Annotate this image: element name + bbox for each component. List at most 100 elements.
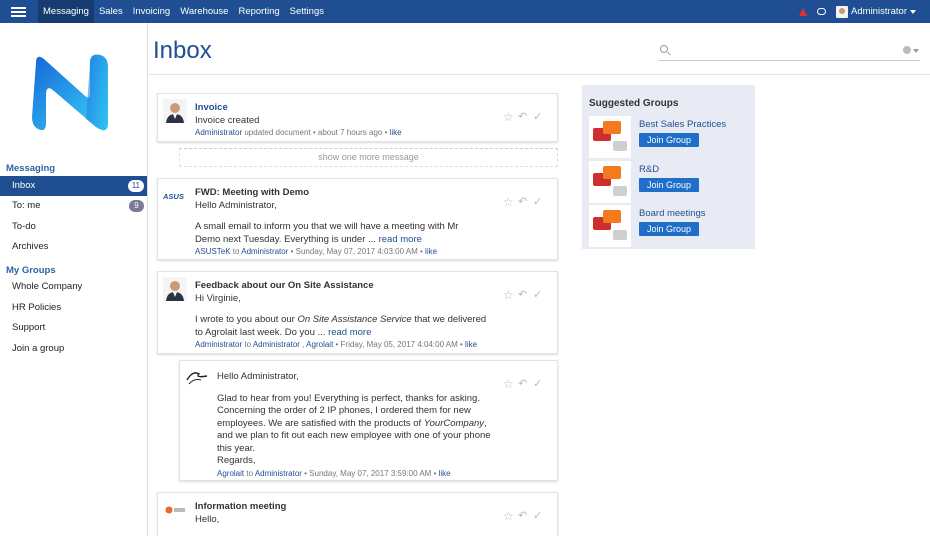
author-link[interactable]: Administrator [195, 128, 242, 137]
recipient-link[interactable]: Administrator [255, 469, 302, 478]
clear-icon[interactable] [903, 46, 911, 54]
author-link[interactable]: Administrator [195, 340, 242, 349]
check-icon[interactable]: ✓ [533, 197, 543, 208]
message-card[interactable]: Information meeting Hello, ☆ ↶ ✓ [157, 492, 558, 536]
message-text-fragment: employees. We are satisfied with the pro… [217, 417, 424, 429]
message-text: employees. We are satisfied with the pro… [217, 418, 492, 431]
sidebar-item-whole-company[interactable]: Whole Company [0, 277, 147, 297]
reply-icon[interactable]: ↶ [518, 112, 528, 123]
group-name-link[interactable]: Best Sales Practices [639, 119, 726, 130]
check-icon[interactable]: ✓ [533, 112, 543, 123]
message-meta: Administrator to Administrator , Agrolai… [195, 339, 492, 352]
star-icon[interactable]: ☆ [503, 510, 514, 522]
sidebar-item-todo[interactable]: To-do [0, 217, 147, 237]
message-text: Invoice created [195, 114, 260, 126]
group-name-link[interactable]: Board meetings [639, 208, 706, 219]
message-text: Hello, [195, 513, 220, 525]
message-card[interactable]: Feedback about our On Site Assistance Hi… [157, 271, 558, 354]
star-icon[interactable]: ☆ [503, 111, 514, 123]
sidebar-item-support[interactable]: Support [0, 318, 147, 338]
section-my-groups: My Groups [6, 265, 56, 276]
message-title[interactable]: Information meeting [195, 501, 492, 514]
read-more-link[interactable]: read more [328, 327, 371, 338]
author-link[interactable]: ASUSTeK [195, 247, 231, 256]
suggested-group: Best Sales Practices Join Group [589, 116, 749, 158]
star-icon[interactable]: ☆ [503, 289, 514, 301]
join-group-button[interactable]: Join Group [639, 133, 700, 147]
check-icon[interactable]: ✓ [533, 511, 543, 522]
topbar-right: Administrator [799, 0, 916, 23]
recipient-link[interactable]: Agrolait [306, 340, 333, 349]
menu-warehouse[interactable]: Warehouse [175, 0, 233, 23]
reply-icon[interactable]: ↶ [518, 511, 528, 522]
sidebar-item-inbox[interactable]: Inbox 11 [0, 176, 147, 196]
sidebar-item-join-group[interactable]: Join a group [0, 339, 147, 359]
menu-settings[interactable]: Settings [285, 0, 329, 23]
meta-date: • Friday, May 05, 2017 4:04:00 AM • [333, 340, 466, 349]
check-icon[interactable]: ✓ [533, 290, 543, 301]
like-link[interactable]: like [465, 340, 477, 349]
suggested-groups-header: Suggested Groups [589, 98, 679, 109]
user-name: Administrator [851, 6, 907, 17]
chat-icon[interactable] [817, 8, 827, 15]
recipient-link[interactable]: Administrator [241, 247, 288, 256]
suggested-group: Board meetings Join Group [589, 205, 749, 247]
message-text-fragment: to Agrolait last week. Do you ... [195, 326, 329, 338]
message-actions: ☆ ↶ ✓ [503, 510, 543, 522]
message-title[interactable]: Invoice [195, 102, 492, 115]
reply-icon[interactable]: ↶ [518, 379, 528, 390]
author-link[interactable]: Agrolait [217, 469, 244, 478]
join-group-button[interactable]: Join Group [639, 178, 700, 192]
message-meta: Administrator updated document • about 7… [195, 127, 492, 140]
star-icon[interactable]: ☆ [503, 196, 514, 208]
group-name-link[interactable]: R&D [639, 164, 659, 175]
meta-date: • Sunday, May 07, 2017 3:59:00 AM • [301, 468, 439, 478]
sidebar-item-label: Inbox [12, 180, 36, 191]
message-text: Concerning the order of 2 IP phones, I o… [217, 405, 471, 416]
bell-icon[interactable] [799, 7, 808, 16]
message-text-fragment: , [484, 417, 487, 429]
message-actions: ☆ ↶ ✓ [503, 289, 543, 301]
avatar [163, 99, 187, 123]
like-link[interactable]: like [425, 247, 437, 256]
search-input[interactable] [674, 43, 894, 57]
sidebar: Messaging Inbox 11 To: me 9 To-do Archiv… [0, 23, 148, 536]
menu-messaging[interactable]: Messaging [38, 0, 94, 23]
meta-date: • Sunday, May 07, 2017 4:03:00 AM • [288, 247, 426, 256]
sidebar-item-hr-policies[interactable]: HR Policies [0, 298, 147, 318]
avatar [163, 498, 187, 522]
message-actions: ☆ ↶ ✓ [503, 378, 543, 390]
search-options-caret-icon[interactable] [913, 49, 919, 53]
sidebar-item-label: Archives [12, 241, 49, 252]
reply-icon[interactable]: ↶ [518, 290, 528, 301]
suggested-groups-panel: Suggested Groups Best Sales Practices Jo… [582, 85, 755, 249]
menu-invoicing[interactable]: Invoicing [128, 0, 176, 23]
show-more-message[interactable]: show one more message [179, 148, 558, 167]
message-card[interactable]: ASUS FWD: Meeting with Demo Hello Admini… [157, 178, 558, 260]
suggested-group: R&D Join Group [589, 161, 749, 203]
reply-icon[interactable]: ↶ [518, 197, 528, 208]
recipient-link[interactable]: Administrator [253, 340, 300, 349]
user-menu[interactable]: Administrator [836, 5, 916, 18]
reply-message-card[interactable]: Hello Administrator, Glad to hear from y… [179, 360, 558, 481]
sidebar-item-label: To: me [12, 200, 41, 211]
message-title[interactable]: FWD: Meeting with Demo [195, 187, 492, 200]
star-icon[interactable]: ☆ [503, 378, 514, 390]
group-image [589, 116, 631, 158]
message-text-fragment: Demo next Tuesday. Everything is under .… [195, 233, 379, 245]
join-group-button[interactable]: Join Group [639, 222, 700, 236]
like-link[interactable]: like [439, 469, 451, 478]
message-title[interactable]: Feedback about our On Site Assistance [195, 280, 492, 293]
read-more-link[interactable]: read more [379, 234, 422, 245]
check-icon[interactable]: ✓ [533, 379, 543, 390]
message-text: Hello Administrator, [195, 199, 277, 211]
like-link[interactable]: like [390, 128, 402, 137]
sidebar-item-to-me[interactable]: To: me 9 [0, 196, 147, 216]
menu-sales[interactable]: Sales [94, 0, 128, 23]
message-text: and we plan to fit out each new employee… [217, 430, 491, 441]
sidebar-item-archives[interactable]: Archives [0, 237, 147, 257]
group-image [589, 205, 631, 247]
hamburger-icon[interactable] [0, 0, 36, 23]
message-card[interactable]: Invoice Invoice created Administrator up… [157, 93, 558, 142]
menu-reporting[interactable]: Reporting [233, 0, 284, 23]
